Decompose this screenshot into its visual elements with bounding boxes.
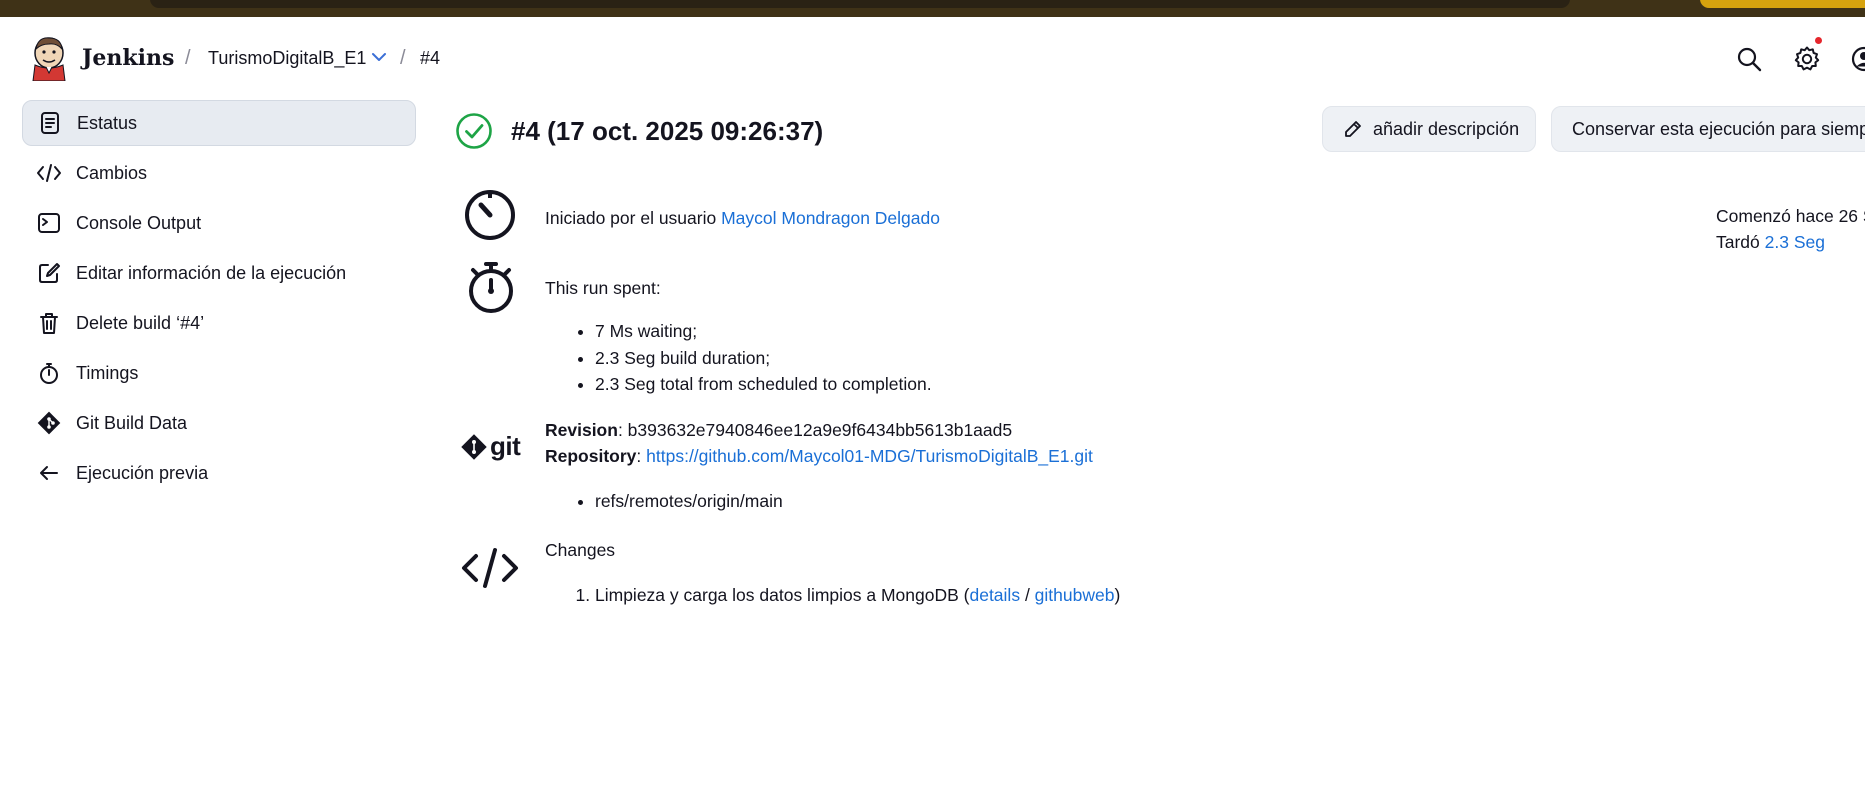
terminal-icon xyxy=(36,210,62,236)
pencil-icon xyxy=(1345,121,1361,137)
notification-dot xyxy=(1815,37,1822,44)
sidebar: Estatus Cambios Console Output Editar in… xyxy=(22,100,416,500)
list-item: 7 Ms waiting; xyxy=(595,318,932,345)
brand-name[interactable]: Jenkins xyxy=(82,45,174,71)
page-title: #4 (17 oct. 2025 09:26:37) xyxy=(511,115,824,146)
started-ago: Comenzó hace 26 S xyxy=(1716,206,1865,226)
code-icon xyxy=(36,160,62,186)
add-description-label: añadir descripción xyxy=(1373,118,1520,139)
run-spent-list: 7 Ms waiting; 2.3 Seg build duration; 2.… xyxy=(571,318,932,398)
breadcrumb-build[interactable]: #4 xyxy=(420,48,440,69)
sidebar-item-git-build-data[interactable]: Git Build Data xyxy=(22,400,416,446)
sidebar-item-cambios[interactable]: Cambios xyxy=(22,150,416,196)
changes-title: Changes xyxy=(545,540,616,560)
clock-icon xyxy=(465,190,515,240)
list-item: 2.3 Seg total from scheduled to completi… xyxy=(595,371,932,398)
search-icon[interactable] xyxy=(1735,45,1763,73)
repository-line: Repository: https://github.com/Maycol01-… xyxy=(545,446,1093,467)
repository-label: Repository xyxy=(545,446,637,466)
list-item: Limpieza y carga los datos limpios a Mon… xyxy=(595,582,1120,609)
revision-line: Revision: b393632e7940846ee12a9e9f6434bb… xyxy=(545,420,1012,441)
breadcrumb-separator: / xyxy=(400,47,406,69)
took-duration-link[interactable]: 2.3 Seg xyxy=(1765,232,1825,252)
sidebar-item-label: Timings xyxy=(76,362,139,383)
sidebar-item-label: Delete build ‘#4’ xyxy=(76,312,205,333)
breadcrumb-job[interactable]: TurismoDigitalB_E1 xyxy=(208,48,366,69)
sidebar-item-label: Console Output xyxy=(76,212,202,233)
run-spent-title: This run spent: xyxy=(545,278,661,298)
git-icon xyxy=(461,433,487,460)
list-item: refs/remotes/origin/main xyxy=(595,488,783,515)
change-details-link[interactable]: details xyxy=(969,585,1020,605)
sidebar-item-label: Estatus xyxy=(77,112,138,133)
code-icon xyxy=(462,548,518,588)
git-icon xyxy=(36,410,62,436)
started-by-prefix: Iniciado por el usuario xyxy=(545,208,717,228)
list-item: 2.3 Seg build duration; xyxy=(595,345,932,372)
browser-toolbar-strip xyxy=(0,0,1865,17)
page-header: Jenkins / TurismoDigitalB_E1 / #4 xyxy=(0,17,1865,101)
stopwatch-icon xyxy=(469,262,513,313)
sidebar-item-label: Editar información de la ejecución xyxy=(76,262,347,283)
chevron-down-icon[interactable] xyxy=(370,50,388,64)
sidebar-item-estatus[interactable]: Estatus xyxy=(22,100,416,146)
keep-forever-label: Conservar esta ejecución para siempre xyxy=(1572,118,1865,139)
changes-list: Limpieza y carga los datos limpios a Mon… xyxy=(571,582,1120,609)
sidebar-item-ejecucion-previa[interactable]: Ejecución previa xyxy=(22,450,416,496)
revision-value: : b393632e7940846ee12a9e9f6434bb5613b1aa… xyxy=(617,420,1013,440)
check-circle-icon xyxy=(456,113,492,149)
keep-forever-button[interactable]: Conservar esta ejecución para siempre xyxy=(1551,106,1865,152)
git-logo: git xyxy=(461,431,521,462)
sidebar-item-label: Ejecución previa xyxy=(76,462,209,483)
repository-link[interactable]: https://github.com/Maycol01-MDG/TurismoD… xyxy=(646,446,1093,466)
started-by-user-link[interactable]: Maycol Mondragon Delgado xyxy=(721,208,940,228)
build-timing-info: Comenzó hace 26 S Tardó 2.3 Seg xyxy=(1716,203,1865,255)
change-close: ) xyxy=(1114,585,1121,605)
build-title-row: #4 (17 oct. 2025 09:26:37) xyxy=(455,110,823,152)
user-icon[interactable] xyxy=(1850,45,1865,73)
change-githubweb-link[interactable]: githubweb xyxy=(1035,585,1115,605)
document-icon xyxy=(37,110,63,136)
took-prefix: Tardó xyxy=(1716,232,1760,252)
change-separator: / xyxy=(1020,585,1035,605)
started-by-line: Iniciado por el usuario Maycol Mondragon… xyxy=(545,208,940,229)
took-line: Tardó 2.3 Seg xyxy=(1716,229,1865,255)
sidebar-item-timings[interactable]: Timings xyxy=(22,350,416,396)
jenkins-logo-icon[interactable] xyxy=(30,35,68,81)
arrow-left-icon xyxy=(36,460,62,486)
add-description-button[interactable]: añadir descripción xyxy=(1322,106,1536,152)
sidebar-item-editar-informacion[interactable]: Editar información de la ejecución xyxy=(22,250,416,296)
sidebar-item-label: Cambios xyxy=(76,162,148,183)
stopwatch-icon xyxy=(36,360,62,386)
browser-extension-pill[interactable] xyxy=(1700,0,1865,8)
git-logo-text: git xyxy=(490,431,521,461)
breadcrumb-separator: / xyxy=(185,47,191,69)
trash-icon xyxy=(36,310,62,336)
gear-icon[interactable] xyxy=(1793,45,1821,73)
revision-label: Revision xyxy=(545,420,618,440)
sidebar-item-delete-build[interactable]: Delete build ‘#4’ xyxy=(22,300,416,346)
branches-list: refs/remotes/origin/main xyxy=(571,488,783,515)
change-message: Limpieza y carga los datos limpios a Mon… xyxy=(595,585,970,605)
repository-separator: : xyxy=(636,446,647,466)
sidebar-item-label: Git Build Data xyxy=(76,412,188,433)
browser-address-bar[interactable] xyxy=(150,0,1570,8)
sidebar-item-console-output[interactable]: Console Output xyxy=(22,200,416,246)
edit-icon xyxy=(36,260,62,286)
